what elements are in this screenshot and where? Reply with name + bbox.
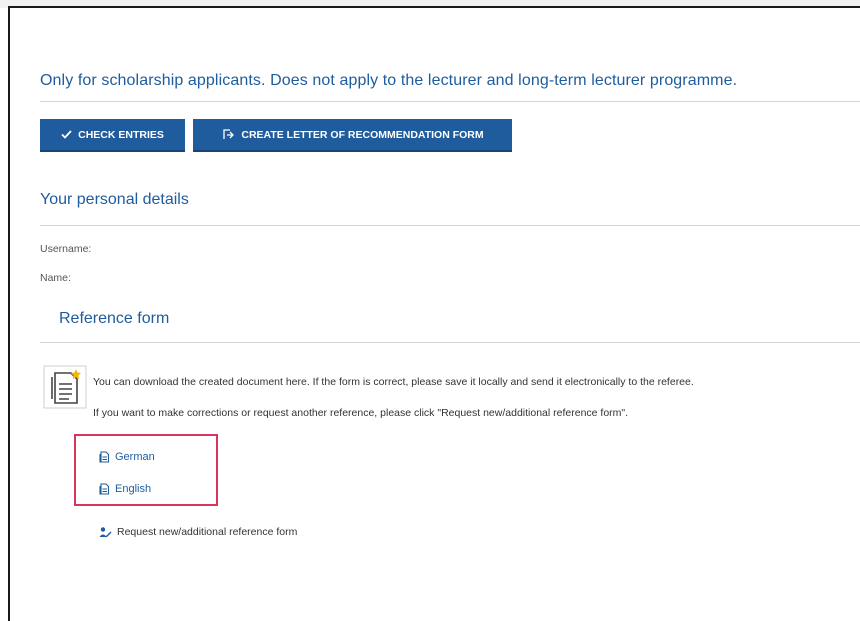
create-letter-of-recommendation-button[interactable]: CREATE LETTER OF RECOMMENDATION FORM bbox=[193, 119, 512, 152]
divider bbox=[40, 101, 860, 102]
request-link-label: Request new/additional reference form bbox=[117, 526, 298, 538]
personal-details-title: Your personal details bbox=[40, 191, 189, 208]
create-document-icon bbox=[221, 128, 235, 141]
checkmark-icon bbox=[61, 130, 72, 139]
frame-border-left bbox=[8, 6, 10, 621]
edit-user-icon bbox=[99, 526, 112, 538]
download-english-link[interactable]: English bbox=[99, 483, 151, 495]
name-label: Name: bbox=[40, 272, 71, 284]
download-instructions: You can download the created document he… bbox=[93, 376, 694, 388]
english-link-label: English bbox=[115, 483, 152, 495]
german-link-label: German bbox=[115, 451, 155, 463]
new-document-icon bbox=[43, 365, 87, 409]
check-entries-label: CHECK ENTRIES bbox=[78, 128, 164, 141]
divider bbox=[40, 225, 860, 226]
divider bbox=[40, 342, 860, 343]
check-entries-button[interactable]: CHECK ENTRIES bbox=[40, 119, 185, 152]
download-german-link[interactable]: German bbox=[99, 451, 155, 463]
correction-instructions: If you want to make corrections or reque… bbox=[93, 407, 629, 419]
request-new-reference-form-link[interactable]: Request new/additional reference form bbox=[99, 526, 297, 538]
username-label: Username: bbox=[40, 243, 92, 255]
frame-border-top bbox=[8, 6, 860, 8]
create-form-label: CREATE LETTER OF RECOMMENDATION FORM bbox=[241, 128, 484, 141]
document-icon bbox=[99, 483, 110, 495]
highlight-annotation bbox=[74, 434, 218, 506]
scholarship-notice: Only for scholarship applicants. Does no… bbox=[40, 72, 738, 89]
document-icon bbox=[99, 451, 110, 463]
reference-form-title: Reference form bbox=[59, 310, 170, 327]
